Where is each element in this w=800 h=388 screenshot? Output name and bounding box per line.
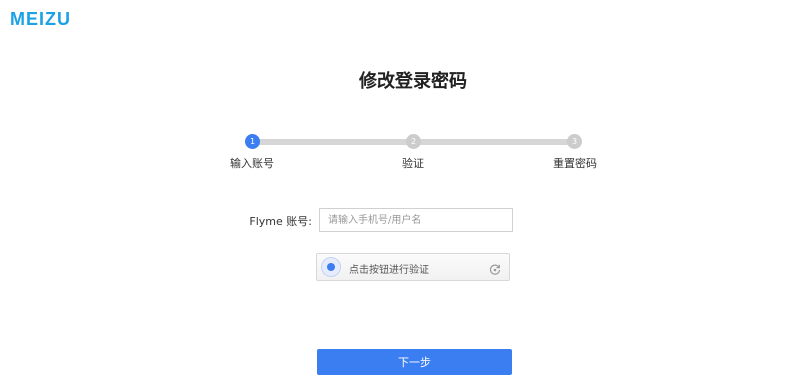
meizu-logo[interactable]: MEIZU — [10, 9, 71, 30]
captcha-label: 点击按钮进行验证 — [349, 265, 429, 276]
step-3-dot: 3 — [567, 134, 582, 149]
radar-icon — [321, 257, 341, 277]
account-input[interactable] — [319, 208, 513, 232]
account-label: Flyme 账号: — [249, 215, 312, 228]
step-1-label: 输入账号 — [230, 157, 274, 170]
page: MEIZU 修改登录密码 1 2 3 输入账号 验证 重置密码 Flyme 账号… — [0, 0, 800, 388]
step-2-label: 验证 — [402, 157, 424, 170]
step-2-dot: 2 — [406, 134, 421, 149]
captcha-button[interactable]: 点击按钮进行验证 — [316, 253, 510, 281]
refresh-icon[interactable] — [489, 261, 501, 275]
next-button[interactable]: 下一步 — [317, 349, 512, 375]
step-1-dot: 1 — [245, 134, 260, 149]
page-title: 修改登录密码 — [359, 71, 467, 92]
step-3-label: 重置密码 — [553, 157, 597, 170]
